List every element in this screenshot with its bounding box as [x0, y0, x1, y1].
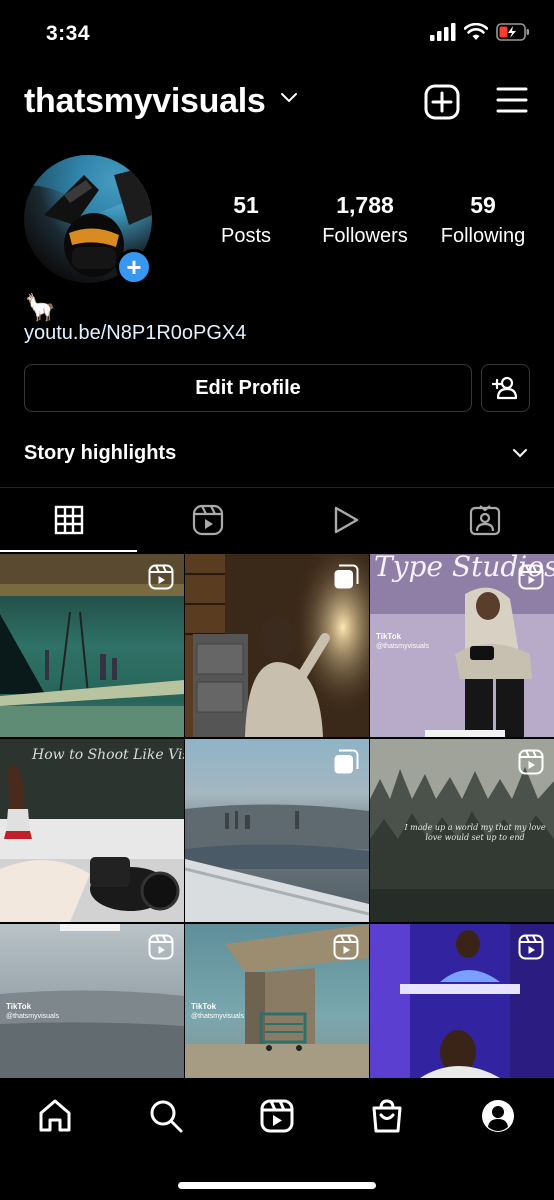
reels-badge-icon — [518, 749, 544, 775]
add-person-icon — [491, 376, 517, 400]
home-indicator — [178, 1182, 376, 1189]
forest-quote-text: I made up a world my that my love love w… — [404, 823, 546, 842]
tab-posts-grid[interactable] — [0, 488, 139, 552]
post-tile[interactable] — [185, 739, 369, 922]
bio-emoji: 🦙 — [24, 292, 57, 322]
status-time: 3:34 — [46, 22, 91, 45]
grid-icon — [55, 505, 84, 535]
tiktok-watermark: TikTok @thatsmyvisuals — [376, 632, 429, 652]
tagged-icon — [469, 505, 500, 536]
add-story-button[interactable]: + — [116, 249, 152, 285]
tiktok-label: TikTok — [376, 632, 402, 641]
post-tile[interactable]: Type Studios TikTok @thatsmyvisuals — [370, 554, 554, 737]
status-icons — [430, 23, 530, 41]
bio-link[interactable]: youtu.be/N8P1R0oPGX4 — [24, 322, 246, 345]
videos-icon — [335, 506, 359, 534]
search-icon — [150, 1100, 183, 1133]
post-tile[interactable] — [370, 924, 554, 1078]
following-label: Following — [440, 225, 526, 247]
edit-profile-button[interactable]: Edit Profile — [24, 364, 472, 412]
wifi-icon — [464, 23, 488, 40]
followers-count: 1,788 — [336, 192, 394, 218]
nav-reels[interactable] — [257, 1096, 297, 1136]
username[interactable]: thatsmyvisuals — [24, 82, 266, 121]
battery-icon — [496, 23, 529, 41]
chevron-down-icon[interactable] — [512, 448, 528, 458]
active-tab-indicator — [0, 550, 137, 552]
shop-icon — [372, 1099, 402, 1133]
tiktok-handle: @thatsmyvisuals — [191, 1013, 245, 1020]
reels-icon — [192, 504, 223, 536]
reels-badge-icon — [333, 934, 359, 960]
stat-posts[interactable]: 51 Posts — [196, 192, 296, 248]
stat-followers[interactable]: 1,788 Followers — [310, 192, 420, 248]
tab-tagged[interactable] — [416, 488, 554, 552]
post-tile[interactable]: I made up a world my that my love love w… — [370, 739, 554, 922]
chalkboard-text: How to Shoot Like Visuals — [32, 747, 184, 763]
posts-label: Posts — [220, 225, 272, 247]
signal-icon — [430, 23, 456, 41]
reels-badge-icon — [518, 564, 544, 590]
tiktok-watermark: TikTok @thatsmyvisuals — [191, 1002, 244, 1022]
carousel-badge-icon — [334, 749, 359, 774]
post-image — [0, 739, 184, 922]
nav-shop[interactable] — [367, 1096, 407, 1136]
stat-following[interactable]: 59 Following — [432, 192, 534, 248]
reels-icon — [260, 1099, 294, 1133]
home-icon — [39, 1099, 71, 1132]
nav-search[interactable] — [146, 1096, 186, 1136]
tiktok-watermark: TikTok @thatsmyvisuals — [6, 1002, 59, 1022]
status-bar: 3:34 — [0, 0, 554, 70]
menu-icon[interactable] — [496, 86, 528, 114]
reels-badge-icon — [518, 934, 544, 960]
post-tile[interactable]: How to Shoot Like Visuals — [0, 739, 184, 922]
tiktok-handle: @thatsmyvisuals — [6, 1013, 60, 1020]
tab-videos[interactable] — [277, 488, 416, 552]
discover-people-button[interactable] — [481, 364, 530, 412]
post-tile[interactable] — [185, 554, 369, 737]
profile-header: thatsmyvisuals — [0, 78, 554, 128]
post-tile[interactable]: TikTok @thatsmyvisuals — [185, 924, 369, 1078]
nav-profile[interactable] — [478, 1096, 518, 1136]
tiktok-handle: @thatsmyvisuals — [376, 643, 430, 650]
posts-grid: Type Studios TikTok @thatsmyvisuals How … — [0, 554, 554, 1078]
reels-badge-icon — [148, 934, 174, 960]
chevron-down-icon[interactable] — [280, 92, 298, 104]
tab-reels[interactable] — [139, 488, 278, 552]
new-post-icon[interactable] — [424, 84, 460, 120]
tiktok-label: TikTok — [191, 1002, 217, 1011]
followers-label: Followers — [322, 225, 408, 247]
posts-count: 51 — [233, 192, 259, 218]
story-highlights-label[interactable]: Story highlights — [24, 442, 176, 465]
following-count: 59 — [470, 192, 496, 218]
post-tile[interactable]: TikTok @thatsmyvisuals — [0, 924, 184, 1078]
profile-tabs — [0, 488, 554, 552]
tiktok-label: TikTok — [6, 1002, 32, 1011]
carousel-badge-icon — [334, 564, 359, 589]
nav-home[interactable] — [35, 1096, 75, 1136]
post-tile[interactable] — [0, 554, 184, 737]
profile-icon — [482, 1100, 514, 1132]
reels-badge-icon — [148, 564, 174, 590]
